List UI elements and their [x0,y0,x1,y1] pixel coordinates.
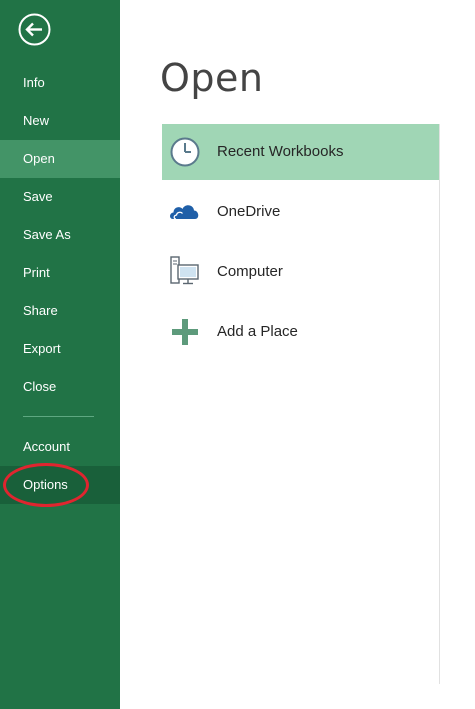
page-title: Open [160,56,264,100]
location-label: Computer [217,263,283,280]
location-label: Recent Workbooks [217,143,344,160]
nav-print[interactable]: Print [0,254,120,292]
nav-info[interactable]: Info [0,64,120,102]
back-arrow-icon[interactable] [18,13,51,46]
nav-export[interactable]: Export [0,330,120,368]
cloud-icon [170,205,199,220]
plus-icon [172,319,198,345]
nav-new[interactable]: New [0,102,120,140]
location-computer[interactable]: Computer [162,244,439,300]
nav-options[interactable]: Options [0,466,120,504]
location-label: OneDrive [217,203,281,220]
nav-save-as[interactable]: Save As [0,216,120,254]
nav-save[interactable]: Save [0,178,120,216]
clock-icon [170,137,200,167]
nav-account[interactable]: Account [0,428,120,466]
nav-close[interactable]: Close [0,368,120,406]
backstage-sidebar: Info New Open Save Save As Print Share E… [0,0,120,709]
location-onedrive[interactable]: OneDrive [162,184,439,240]
computer-icon [170,256,199,285]
sidebar-divider [23,416,94,417]
nav-share[interactable]: Share [0,292,120,330]
location-add-a-place[interactable]: Add a Place [162,304,439,360]
location-recent-workbooks[interactable]: Recent Workbooks [162,124,439,180]
content-divider [439,124,440,684]
location-label: Add a Place [217,323,298,340]
nav-open[interactable]: Open [0,140,120,178]
